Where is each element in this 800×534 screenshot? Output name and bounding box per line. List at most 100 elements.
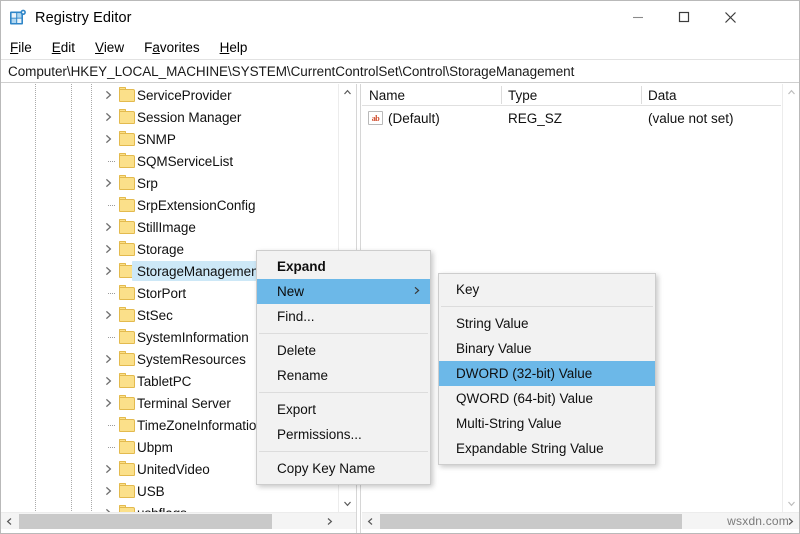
context-menu-item-rename[interactable]: Rename bbox=[257, 363, 430, 388]
tree-item-serviceprovider[interactable]: ServiceProvider bbox=[1, 84, 338, 106]
tree-item-label-box[interactable]: SystemInformation bbox=[132, 327, 254, 347]
new-submenu-item-qword-64-bit-value[interactable]: QWORD (64-bit) Value bbox=[439, 386, 655, 411]
tree-item-label-box[interactable]: StSec bbox=[132, 305, 178, 325]
new-submenu-item-expandable-string-value[interactable]: Expandable String Value bbox=[439, 436, 655, 461]
tree-item-label-box[interactable]: USB bbox=[132, 481, 170, 501]
new-submenu-item-label: Multi-String Value bbox=[456, 416, 562, 431]
menu-view[interactable]: View bbox=[93, 39, 133, 56]
tree-item-label-box[interactable]: ServiceProvider bbox=[132, 85, 237, 105]
tree-item-label-box[interactable]: TimeZoneInformation bbox=[132, 415, 269, 435]
chevron-right-icon[interactable] bbox=[100, 216, 116, 238]
tree-leaf-connector bbox=[100, 436, 116, 458]
address-bar[interactable]: Computer\HKEY_LOCAL_MACHINE\SYSTEM\Curre… bbox=[1, 59, 799, 83]
chevron-right-icon[interactable] bbox=[100, 348, 116, 370]
value-row[interactable]: ab (Default) REG_SZ (value not set) bbox=[362, 107, 781, 129]
tree-item-label: Session Manager bbox=[137, 109, 242, 125]
window-title: Registry Editor bbox=[35, 10, 132, 26]
tree-item-label-box[interactable]: SystemResources bbox=[132, 349, 251, 369]
tree-item-label-box[interactable]: UnitedVideo bbox=[132, 459, 215, 479]
menu-edit[interactable]: Edit bbox=[50, 39, 84, 56]
chevron-right-icon[interactable] bbox=[100, 128, 116, 150]
new-submenu-item-label: Binary Value bbox=[456, 341, 532, 356]
tree-item-label: Terminal Server bbox=[137, 395, 231, 411]
chevron-right-icon[interactable] bbox=[100, 238, 116, 260]
chevron-right-icon[interactable] bbox=[100, 502, 116, 512]
chevron-right-icon[interactable] bbox=[100, 172, 116, 194]
chevron-right-icon[interactable] bbox=[100, 392, 116, 414]
tree-item-label: StSec bbox=[137, 307, 173, 323]
menu-separator bbox=[441, 306, 653, 307]
context-menu-item-export[interactable]: Export bbox=[257, 397, 430, 422]
context-menu[interactable]: Expand New Find... Delete Rename Export Permis… bbox=[256, 250, 431, 485]
context-menu-item-delete[interactable]: Delete bbox=[257, 338, 430, 363]
column-header-name[interactable]: Name bbox=[362, 84, 501, 106]
tree-item-label: Ubpm bbox=[137, 439, 173, 455]
value-vertical-scrollbar[interactable] bbox=[782, 84, 799, 512]
chevron-right-icon[interactable] bbox=[100, 260, 116, 282]
menu-favorites[interactable]: Favorites bbox=[142, 39, 209, 56]
context-menu-item-expand[interactable]: Expand bbox=[257, 254, 430, 279]
tree-item-usbflags[interactable]: usbflags bbox=[1, 502, 338, 512]
tree-item-label-box[interactable]: Storage bbox=[132, 239, 189, 259]
tree-item-label-box[interactable]: Session Manager bbox=[132, 107, 246, 127]
new-submenu-item-string-value[interactable]: String Value bbox=[439, 311, 655, 336]
minimize-button[interactable] bbox=[615, 1, 661, 33]
tree-item-srpextensionconfig[interactable]: SrpExtensionConfig bbox=[1, 194, 338, 216]
new-submenu[interactable]: Key String Value Binary Value DWORD (32-bit… bbox=[438, 273, 656, 465]
tree-item-label-box[interactable]: usbflags bbox=[132, 503, 192, 513]
scroll-up-icon[interactable] bbox=[339, 84, 356, 101]
tree-item-label-box[interactable]: SrpExtensionConfig bbox=[132, 195, 260, 215]
menu-file[interactable]: File bbox=[8, 39, 41, 56]
tree-item-label-box[interactable]: TabletPC bbox=[132, 371, 196, 391]
value-scroll-down-icon[interactable] bbox=[783, 495, 799, 512]
tree-item-session-manager[interactable]: Session Manager bbox=[1, 106, 338, 128]
menu-separator bbox=[259, 451, 428, 452]
context-menu-item-permissions[interactable]: Permissions... bbox=[257, 422, 430, 447]
maximize-button[interactable] bbox=[661, 1, 707, 33]
column-header-type[interactable]: Type bbox=[501, 84, 641, 106]
tree-item-label: StillImage bbox=[137, 219, 196, 235]
tree-item-label-box[interactable]: SNMP bbox=[132, 129, 181, 149]
value-scroll-left-icon[interactable] bbox=[362, 513, 379, 530]
tree-item-label-box[interactable]: Srp bbox=[132, 173, 163, 193]
tree-item-label-box[interactable]: Ubpm bbox=[132, 437, 178, 457]
tree-item-label-box[interactable]: Terminal Server bbox=[132, 393, 236, 413]
close-button[interactable] bbox=[707, 1, 753, 33]
context-menu-item-find[interactable]: Find... bbox=[257, 304, 430, 329]
context-menu-item-new[interactable]: New bbox=[257, 279, 430, 304]
context-menu-item-copy-key-name[interactable]: Copy Key Name bbox=[257, 456, 430, 481]
scroll-right-icon[interactable] bbox=[321, 513, 338, 530]
tree-item-stillimage[interactable]: StillImage bbox=[1, 216, 338, 238]
tree-item-label: Srp bbox=[137, 175, 158, 191]
chevron-right-icon[interactable] bbox=[100, 304, 116, 326]
tree-item-label-box[interactable]: StorageManagement bbox=[132, 261, 268, 281]
tree-horizontal-scrollbar[interactable] bbox=[1, 512, 356, 529]
new-submenu-item-binary-value[interactable]: Binary Value bbox=[439, 336, 655, 361]
chevron-right-icon[interactable] bbox=[100, 458, 116, 480]
new-submenu-item-multi-string-value[interactable]: Multi-String Value bbox=[439, 411, 655, 436]
tree-item-snmp[interactable]: SNMP bbox=[1, 128, 338, 150]
value-scroll-up-icon[interactable] bbox=[783, 84, 799, 101]
tree-item-label-box[interactable]: StorPort bbox=[132, 283, 191, 303]
chevron-right-icon[interactable] bbox=[100, 480, 116, 502]
tree-item-label: TimeZoneInformation bbox=[137, 417, 264, 433]
scroll-left-icon[interactable] bbox=[1, 513, 18, 530]
new-submenu-item-label: DWORD (32-bit) Value bbox=[456, 366, 593, 381]
tree-hscroll-thumb[interactable] bbox=[19, 514, 272, 529]
menu-help[interactable]: Help bbox=[218, 39, 257, 56]
scroll-down-icon[interactable] bbox=[339, 495, 356, 512]
new-submenu-item-key[interactable]: Key bbox=[439, 277, 655, 302]
chevron-right-icon[interactable] bbox=[100, 84, 116, 106]
new-submenu-item-dword-32-bit-value[interactable]: DWORD (32-bit) Value bbox=[439, 361, 655, 386]
tree-leaf-connector bbox=[100, 150, 116, 172]
context-menu-item-label: Copy Key Name bbox=[277, 461, 376, 476]
registry-path[interactable]: Computer\HKEY_LOCAL_MACHINE\SYSTEM\Curre… bbox=[1, 64, 574, 79]
tree-item-sqmservicelist[interactable]: SQMServiceList bbox=[1, 150, 338, 172]
chevron-right-icon[interactable] bbox=[100, 370, 116, 392]
value-hscroll-thumb[interactable] bbox=[380, 514, 682, 529]
tree-item-label-box[interactable]: SQMServiceList bbox=[132, 151, 238, 171]
column-header-data[interactable]: Data bbox=[641, 84, 781, 106]
chevron-right-icon[interactable] bbox=[100, 106, 116, 128]
tree-item-label-box[interactable]: StillImage bbox=[132, 217, 201, 237]
tree-item-srp[interactable]: Srp bbox=[1, 172, 338, 194]
